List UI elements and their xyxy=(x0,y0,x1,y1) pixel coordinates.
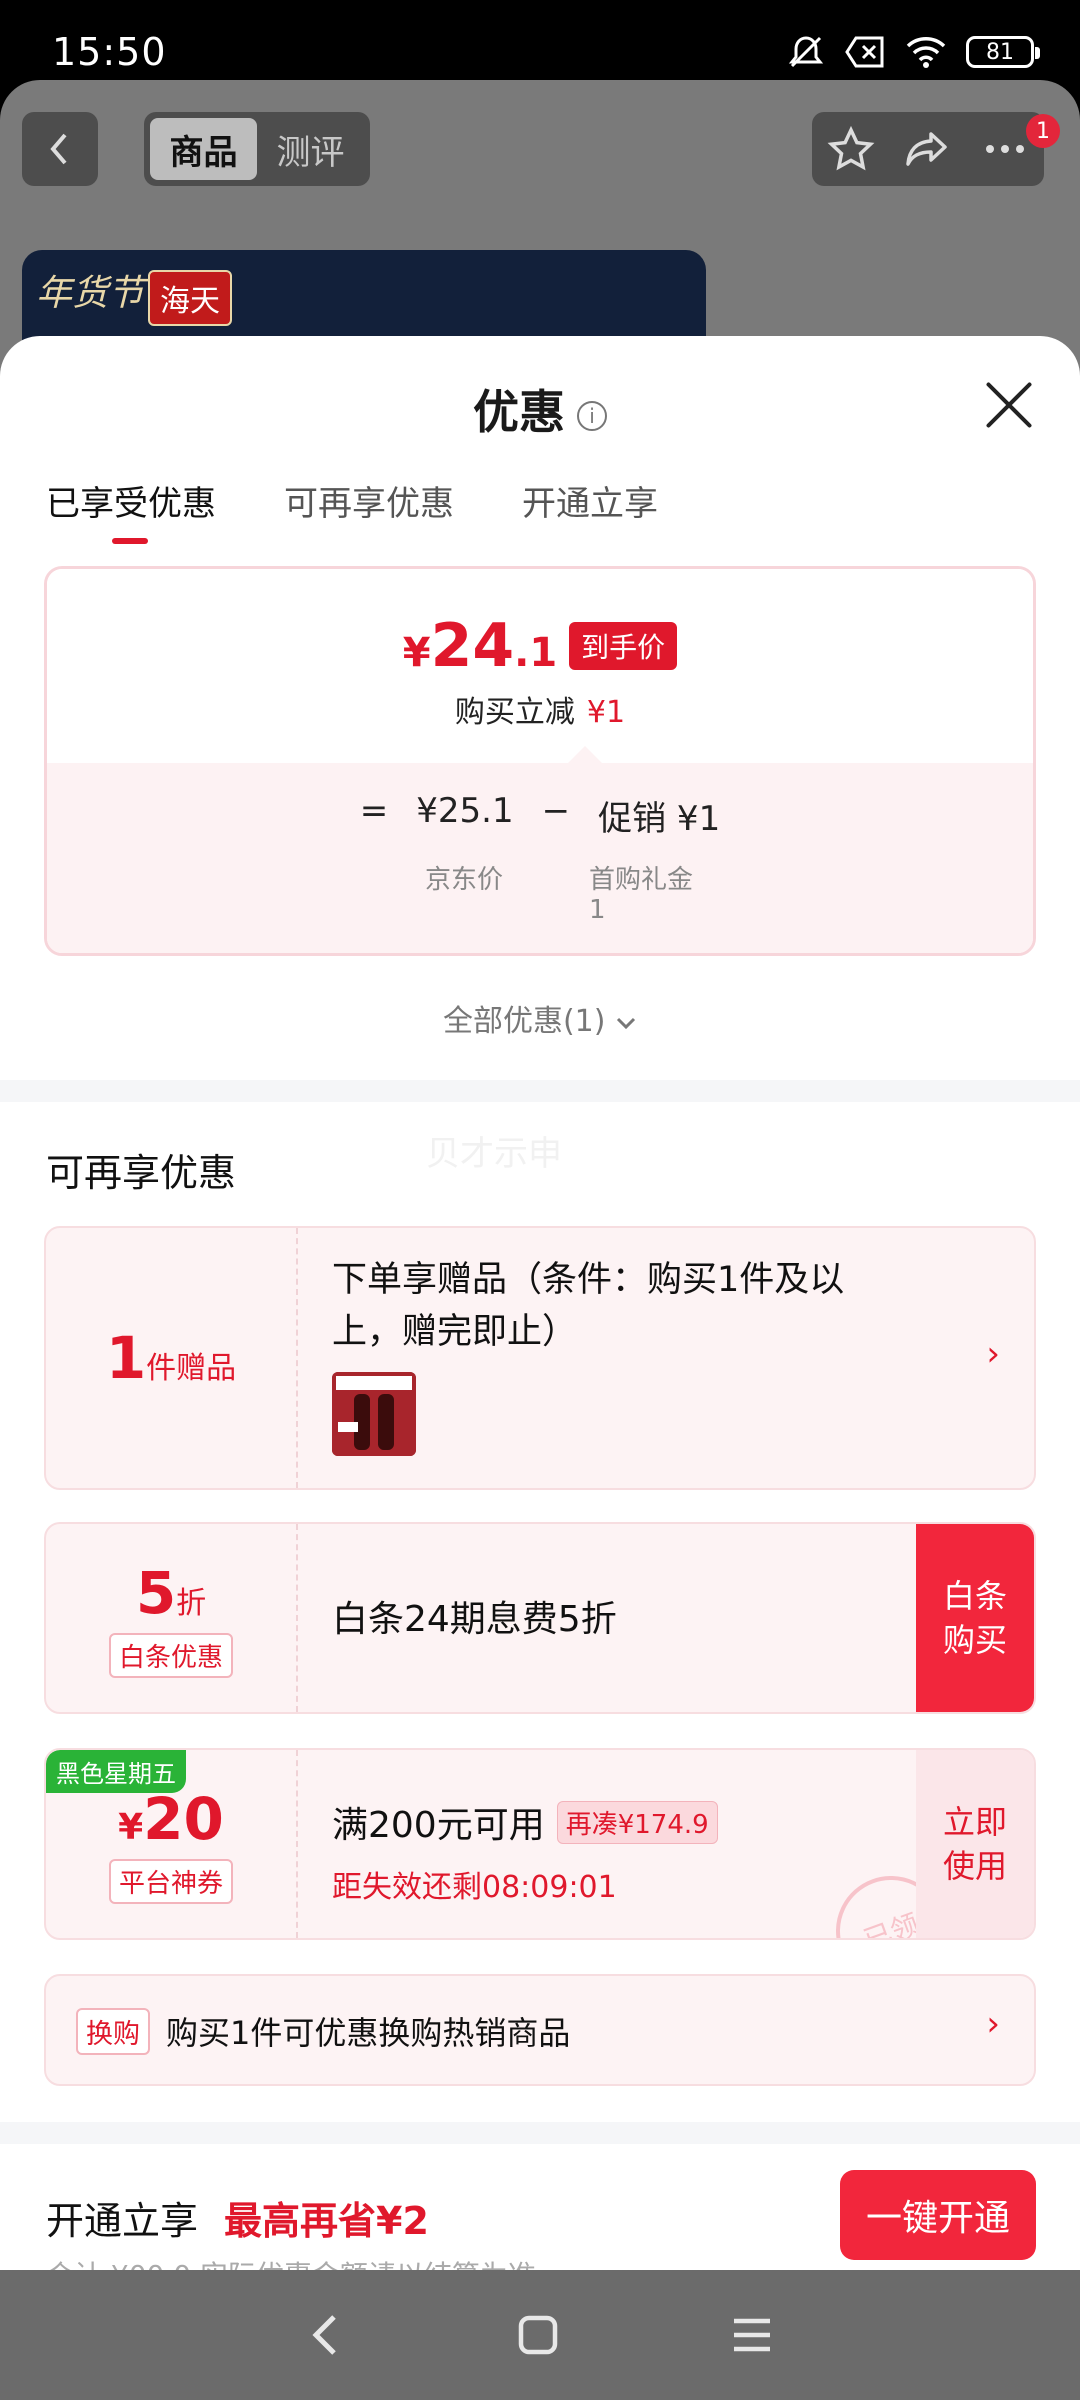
gift-promo-card[interactable]: 1件赠品 下单享赠品（条件：购买1件及以上，赠完即止） › xyxy=(44,1226,1036,1490)
mute-bell-icon xyxy=(788,36,824,68)
tab-more[interactable]: 可再享优惠 xyxy=(284,476,454,525)
price-main: 24 xyxy=(430,611,515,681)
open-section: 开通立享最高再省¥2 一键开通 合计 ¥00.0 实际优惠金额请以结算为准 xyxy=(0,2144,1080,2270)
open-subtext: 合计 ¥00.0 实际优惠金额请以结算为准 xyxy=(46,2254,536,2270)
coupon-countdown: 距失效还剩08:09:01 xyxy=(332,1870,617,1905)
tab-product[interactable]: 商品 xyxy=(150,118,257,180)
battery-icon: 81 xyxy=(966,36,1040,68)
minus-sign: − xyxy=(541,791,571,831)
gift-description: 下单享赠品（条件：购买1件及以上，赠完即止） xyxy=(332,1260,845,1352)
section-divider xyxy=(0,2122,1080,2144)
coupon-card: ¥20 平台神券 黑色星期五 满200元可用 再凑¥174.9 距失效还剩08:… xyxy=(44,1748,1036,1940)
system-nav-bar xyxy=(0,2270,1080,2400)
black-friday-tag: 黑色星期五 xyxy=(46,1750,186,1793)
sheet-title-text: 优惠 xyxy=(473,385,565,439)
baitiao-tag: 白条优惠 xyxy=(108,1632,233,1678)
price-breakdown-card: ¥24.1 到手价 购买立减 ¥1 = ¥25.1 − 促销 ¥1 京东价 首购礼… xyxy=(44,566,1036,956)
first-purchase-label: 首购礼金 xyxy=(589,865,694,895)
exchange-promo-card[interactable]: 换购 购买1件可优惠换购热销商品 › xyxy=(44,1974,1036,2086)
first-purchase-value: 1 xyxy=(589,895,606,925)
coupon-amount-num: 20 xyxy=(143,1784,224,1853)
gift-product-image xyxy=(332,1372,416,1456)
gift-unit: 件赠品 xyxy=(146,1351,237,1386)
instant-cut-label: 购买立减 xyxy=(454,695,575,730)
section-title-more: 可再享优惠 xyxy=(46,1151,237,1195)
baitiao-promo-card: 5折 白条优惠 白条24期息费5折 白条 购买 xyxy=(44,1522,1036,1714)
one-key-open-button[interactable]: 一键开通 xyxy=(840,2170,1036,2260)
nav-back-icon[interactable] xyxy=(306,2311,346,2359)
instant-cut-value: ¥1 xyxy=(586,695,626,730)
status-time: 15:50 xyxy=(52,30,167,74)
coupon-amount: ¥20 xyxy=(118,1785,224,1853)
baitiao-unit: 折 xyxy=(176,1585,207,1621)
share-icon[interactable] xyxy=(903,124,953,174)
exchange-description: 购买1件可优惠换购热销商品 xyxy=(166,2014,571,2052)
gift-thumbnail[interactable] xyxy=(332,1372,416,1456)
gift-count-num: 1 xyxy=(105,1324,147,1392)
banner-brand-logo: 海天 xyxy=(148,270,232,326)
more-icon[interactable] xyxy=(980,124,1030,174)
tab-open[interactable]: 开通立享 xyxy=(522,476,658,525)
jd-price: ¥25.1 xyxy=(416,791,514,831)
coupon-tag: 平台神券 xyxy=(108,1858,233,1904)
tab-enjoyed[interactable]: 已享受优惠 xyxy=(46,476,216,544)
back-button[interactable] xyxy=(22,112,98,186)
final-price-tag: 到手价 xyxy=(569,622,678,670)
chevron-right-icon: › xyxy=(986,1334,1000,1374)
close-icon[interactable] xyxy=(982,378,1036,432)
coupon-use-button[interactable]: 立即 使用 xyxy=(916,1750,1034,1938)
instant-cut: 购买立减 ¥1 xyxy=(47,687,1033,731)
chevron-left-icon xyxy=(50,133,67,165)
final-price: ¥24.1 到手价 xyxy=(47,611,1033,681)
baitiao-discount-num: 5 xyxy=(135,1558,177,1627)
chevron-down-icon xyxy=(616,1017,636,1030)
chevron-right-icon: › xyxy=(986,2004,1000,2044)
gift-count: 1件赠品 xyxy=(106,1324,236,1392)
coupon-symbol: ¥ xyxy=(118,1806,144,1848)
baitiao-discount: 5折 xyxy=(136,1559,206,1627)
exchange-tag: 换购 xyxy=(76,2008,150,2055)
sim-none-icon xyxy=(845,36,884,68)
coupon-condition: 满200元可用 xyxy=(332,1805,545,1846)
nav-home-icon[interactable] xyxy=(516,2313,560,2357)
promotion-sheet: 优惠 i 已享受优惠 可再享优惠 开通立享 ¥24.1 到手价 购买立减 ¥1 = … xyxy=(0,336,1080,2270)
all-promos-toggle[interactable]: 全部优惠(1) xyxy=(0,996,1080,1040)
open-highlight: 最高再省¥2 xyxy=(224,2199,429,2243)
banner-festival-text: 年货节 xyxy=(36,273,145,314)
coupon-extra-tag: 再凑¥174.9 xyxy=(556,1800,718,1844)
nav-menu-icon[interactable] xyxy=(730,2313,774,2357)
tab-review[interactable]: 测评 xyxy=(257,118,364,180)
price-formula: = ¥25.1 − 促销 ¥1 京东价 首购礼金 1 xyxy=(47,763,1033,953)
baitiao-description: 白条24期息费5折 xyxy=(332,1599,617,1640)
jd-price-label: 京东价 xyxy=(425,865,504,895)
notification-badge: 1 xyxy=(1026,114,1060,148)
all-promos-label: 全部优惠(1) xyxy=(442,1004,606,1039)
watermark-text: 贝才示申 xyxy=(426,1134,562,1174)
wifi-icon xyxy=(906,37,946,68)
info-icon[interactable]: i xyxy=(577,400,607,431)
product-tabs: 商品 测评 xyxy=(144,112,370,186)
sheet-title: 优惠 i xyxy=(0,376,1080,442)
section-divider xyxy=(0,1080,1080,1102)
top-actions xyxy=(812,112,1044,186)
price-decimal: .1 xyxy=(514,630,558,676)
baitiao-buy-button[interactable]: 白条 购买 xyxy=(916,1524,1034,1712)
star-icon[interactable] xyxy=(826,124,876,174)
promo-tabs: 已享受优惠 可再享优惠 开通立享 xyxy=(46,476,658,544)
equals-sign: = xyxy=(359,791,389,831)
section-title-open: 开通立享 xyxy=(46,2199,199,2243)
promo-value: 促销 ¥1 xyxy=(598,799,721,839)
price-symbol: ¥ xyxy=(402,630,431,676)
